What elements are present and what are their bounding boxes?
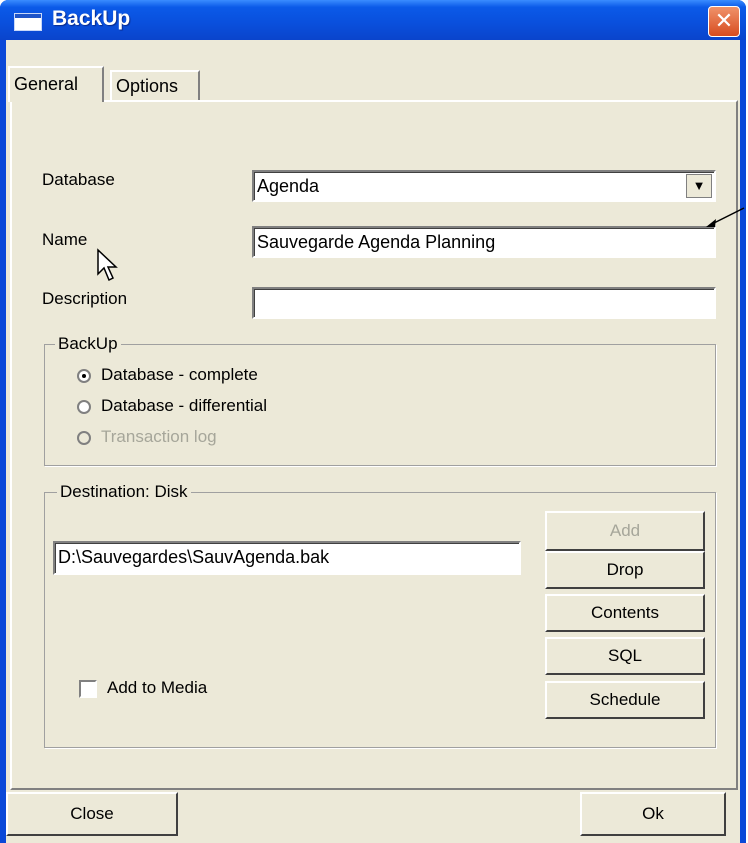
dropdown-arrow-icon[interactable]: ▼: [686, 174, 712, 198]
sql-button[interactable]: SQL: [545, 637, 705, 675]
drop-button[interactable]: Drop: [545, 551, 705, 589]
add-to-media-checkbox[interactable]: [79, 680, 97, 698]
backup-group-title: BackUp: [55, 334, 121, 354]
destination-group: Destination: Disk D:\Sauvegardes\SauvAge…: [44, 482, 716, 748]
tab-general[interactable]: General: [8, 66, 104, 102]
radio-label-transaction-log: Transaction log: [101, 427, 217, 446]
destination-path-input[interactable]: D:\Sauvegardes\SauvAgenda.bak: [53, 541, 521, 575]
mouse-cursor-icon: [97, 248, 118, 282]
database-select-value: Agenda: [257, 176, 320, 196]
radio-transaction-log: [77, 431, 91, 445]
dialog-client-area: General Options Database Agenda ▼ Name S…: [6, 40, 740, 843]
backup-dialog: BackUp ✕ General Options Database Agenda…: [0, 0, 746, 843]
annotation-arrow-icon: [706, 207, 745, 227]
backup-type-group: BackUp Database - complete Database - di…: [44, 334, 716, 466]
radio-database-complete[interactable]: [77, 369, 91, 383]
description-input[interactable]: [252, 287, 716, 319]
radio-label-database-complete: Database - complete: [101, 365, 258, 384]
schedule-button[interactable]: Schedule: [545, 681, 705, 719]
add-to-media-label: Add to Media: [107, 678, 208, 697]
radio-label-database-differential: Database - differential: [101, 396, 268, 415]
close-button[interactable]: Close: [6, 792, 178, 836]
tab-options[interactable]: Options: [110, 70, 200, 102]
radio-database-differential[interactable]: [77, 400, 91, 414]
contents-button[interactable]: Contents: [545, 594, 705, 632]
database-select[interactable]: Agenda ▼: [252, 170, 716, 202]
ok-button[interactable]: Ok: [580, 792, 726, 836]
description-label: Description: [42, 289, 128, 308]
database-label: Database: [42, 170, 115, 189]
window-icon: [14, 13, 42, 31]
window-title: BackUp: [52, 7, 131, 30]
title-bar[interactable]: BackUp ✕: [0, 0, 746, 40]
destination-group-title: Destination: Disk: [57, 482, 191, 502]
name-label: Name: [42, 230, 88, 249]
close-icon[interactable]: ✕: [708, 6, 740, 37]
name-input[interactable]: Sauvegarde Agenda Planning: [252, 226, 716, 258]
add-button[interactable]: Add: [545, 511, 705, 551]
